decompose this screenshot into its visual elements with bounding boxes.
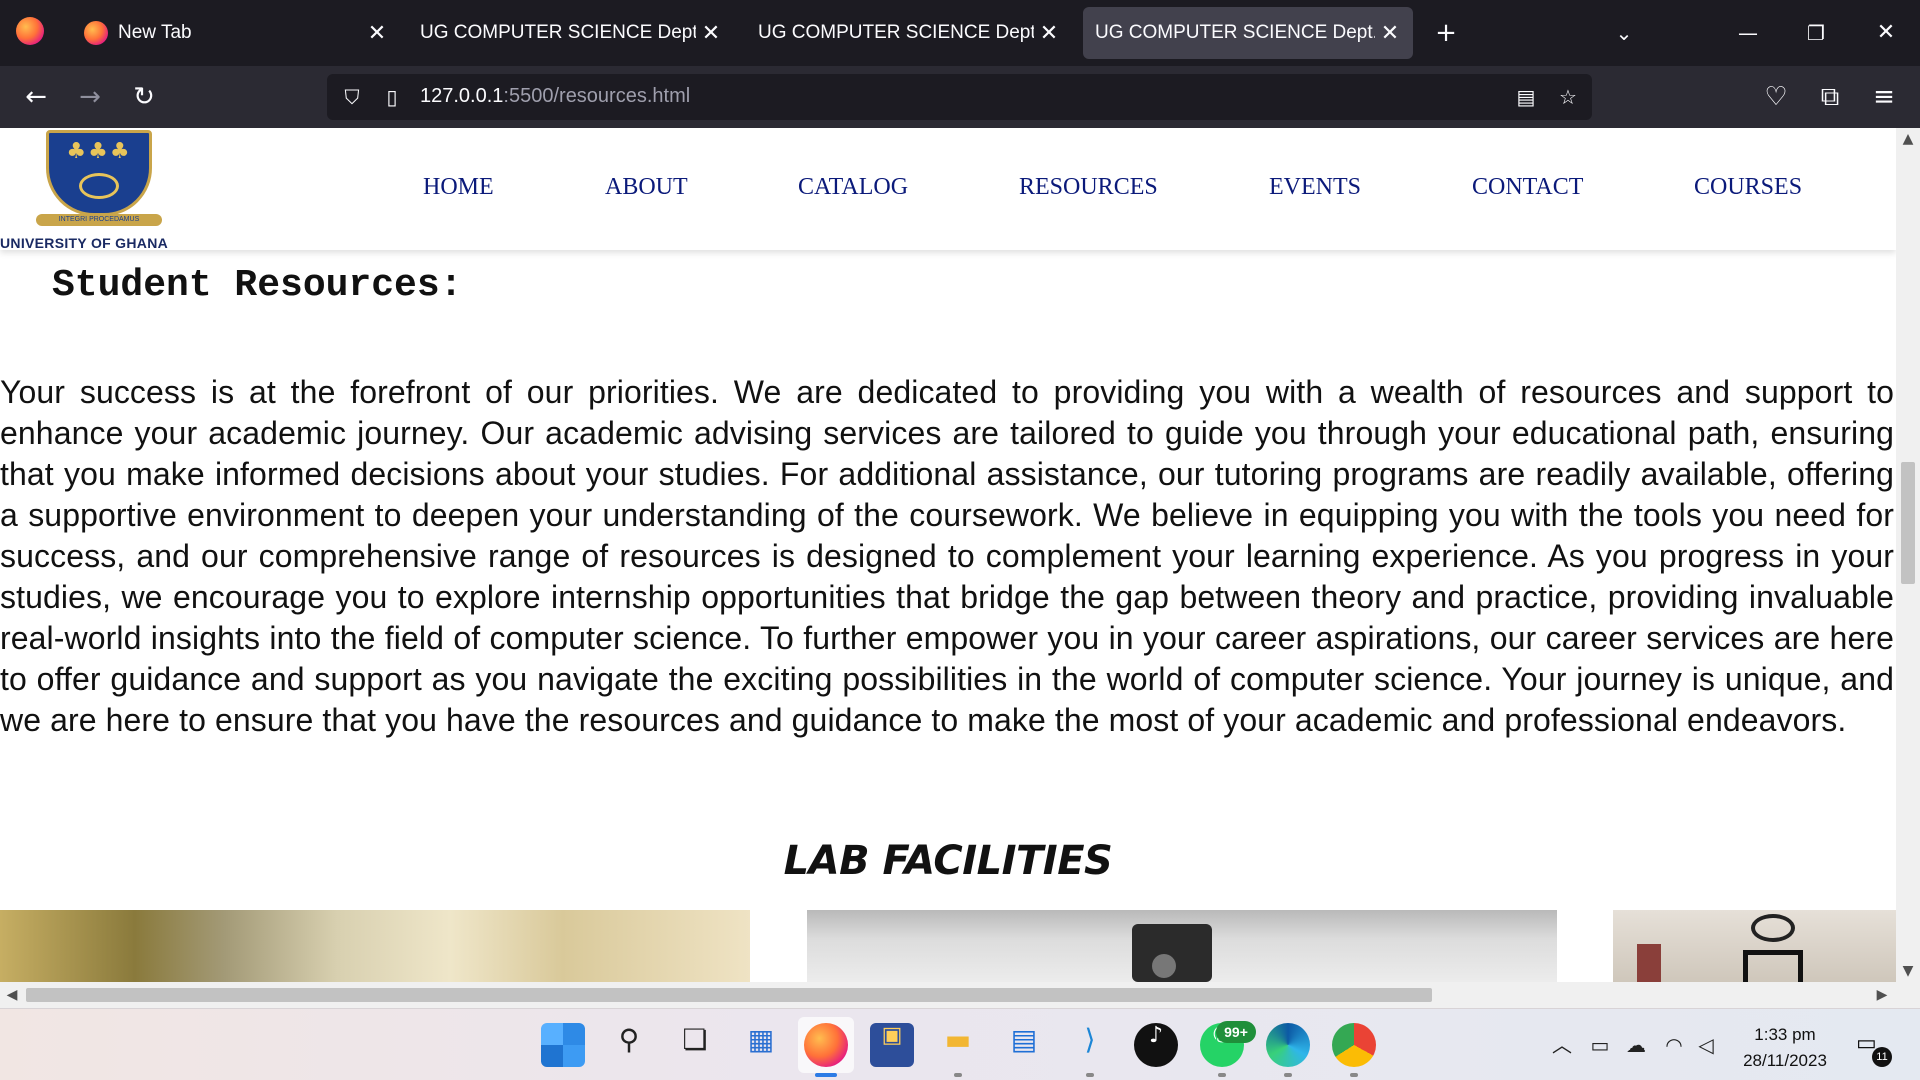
file-explorer-icon[interactable]: ▬: [936, 1023, 980, 1067]
star-icon[interactable]: ☆: [1551, 80, 1585, 114]
address-bar[interactable]: ⛉ ▯ 127.0.0.1:5500/resources.html ▤ ☆: [327, 74, 1592, 120]
running-indicator: [1350, 1073, 1358, 1077]
nav-courses[interactable]: COURSES: [1694, 174, 1802, 201]
vertical-scroll-thumb[interactable]: [1901, 462, 1915, 584]
browser-tab-bar: New Tab ✕ UG COMPUTER SCIENCE Dept. ✕ UG…: [0, 0, 1920, 66]
horizontal-scroll-thumb[interactable]: [26, 988, 1432, 1002]
projector-icon: [1132, 924, 1212, 982]
widgets-icon[interactable]: ▦: [739, 1023, 783, 1067]
scroll-right-arrow-icon[interactable]: ▶: [1870, 982, 1894, 1008]
resources-paragraph: Your success is at the forefront of our …: [0, 374, 1894, 738]
task-view-icon[interactable]: ❏: [673, 1023, 717, 1067]
volume-icon[interactable]: ◁: [1692, 1031, 1720, 1059]
arrow-right-icon[interactable]: →: [70, 77, 110, 117]
tiktok-icon[interactable]: ♪: [1134, 1023, 1178, 1067]
tab-title: UG COMPUTER SCIENCE Dept.: [758, 22, 1034, 43]
pocket-icon[interactable]: ♡: [1756, 77, 1796, 117]
page-viewport: ♣♣♣ INTEGRI PROCEDAMUS UNIVERSITY OF GHA…: [0, 128, 1896, 982]
clock-date[interactable]: 28/11/2023: [1730, 1051, 1840, 1071]
nav-home[interactable]: HOME: [423, 174, 494, 201]
nav-events[interactable]: EVENTS: [1269, 174, 1361, 201]
whatsapp-badge: 99+: [1216, 1021, 1256, 1043]
horizontal-scrollbar[interactable]: ◀ ▶: [0, 982, 1920, 1008]
lab-photo-3: [1613, 910, 1896, 982]
search-icon[interactable]: ⚲: [607, 1023, 651, 1067]
hamburger-menu-icon[interactable]: ≡: [1864, 77, 1904, 117]
close-tab-icon[interactable]: ✕: [696, 20, 726, 46]
crest-icon: ♣♣♣: [46, 130, 152, 216]
tab-ug-cs-2[interactable]: UG COMPUTER SCIENCE Dept. ✕: [742, 7, 1072, 59]
firefox-taskbar-icon[interactable]: [804, 1023, 848, 1067]
close-tab-icon[interactable]: ✕: [362, 20, 392, 46]
page-title: Student Resources:: [52, 264, 463, 307]
chrome-icon[interactable]: [1332, 1023, 1376, 1067]
poster-icon: [1637, 944, 1661, 982]
university-logo[interactable]: ♣♣♣ INTEGRI PROCEDAMUS UNIVERSITY OF GHA…: [0, 128, 198, 251]
windows-taskbar: ⚲ ❏ ▦ ▣ ▬ ▤ ⟩ ♪ ✆ 99+ ︿ ▭ ☁ ◠ ◁ 1:33 pm …: [0, 1008, 1920, 1080]
photos-icon[interactable]: ▣: [870, 1023, 914, 1067]
edge-icon[interactable]: [1266, 1023, 1310, 1067]
minimize-window-icon[interactable]: —: [1728, 13, 1768, 53]
palm-trees-icon: ♣♣♣: [66, 139, 132, 164]
firefox-favicon-icon: [84, 21, 108, 45]
close-window-icon[interactable]: ✕: [1866, 13, 1906, 53]
running-indicator: [1086, 1073, 1094, 1077]
page-icon[interactable]: ▯: [375, 80, 409, 114]
puzzle-icon[interactable]: ⧉: [1810, 77, 1850, 117]
tab-title: UG COMPUTER SCIENCE Dept.: [1095, 22, 1375, 43]
new-tab-plus-icon[interactable]: +: [1426, 13, 1466, 53]
arrow-left-icon[interactable]: ←: [16, 77, 56, 117]
onedrive-error-icon[interactable]: ☁: [1622, 1031, 1650, 1059]
firefox-icon[interactable]: [16, 17, 44, 45]
running-indicator: [1218, 1073, 1226, 1077]
nav-contact[interactable]: CONTACT: [1472, 174, 1583, 201]
url-text[interactable]: 127.0.0.1:5500/resources.html: [420, 85, 690, 108]
vscode-icon[interactable]: ⟩: [1068, 1023, 1112, 1067]
close-tab-icon[interactable]: ✕: [1034, 20, 1064, 46]
lab-photo-2: [807, 910, 1557, 982]
close-tab-icon[interactable]: ✕: [1375, 20, 1405, 46]
scroll-left-arrow-icon[interactable]: ◀: [0, 982, 24, 1008]
windows-start-icon[interactable]: [541, 1023, 585, 1067]
clock-time[interactable]: 1:33 pm: [1740, 1025, 1830, 1045]
chevron-up-icon[interactable]: ︿: [1548, 1031, 1576, 1059]
logo-caption: UNIVERSITY OF GHANA: [0, 235, 169, 251]
running-indicator: [954, 1073, 962, 1077]
list-all-tabs-chevron-icon[interactable]: ⌄: [1604, 13, 1644, 53]
frame-icon: [1743, 950, 1803, 982]
tab-title: UG COMPUTER SCIENCE Dept.: [420, 22, 696, 43]
tab-new-tab[interactable]: New Tab ✕: [70, 7, 400, 59]
url-path: :5500/resources.html: [503, 85, 691, 107]
scroll-up-arrow-icon[interactable]: ▲: [1896, 128, 1920, 150]
tab-ug-cs-1[interactable]: UG COMPUTER SCIENCE Dept. ✕: [404, 7, 734, 59]
lab-facilities-heading: LAB FACILITIES: [783, 838, 1113, 884]
tab-title: New Tab: [118, 22, 192, 43]
vertical-scrollbar[interactable]: ▲ ▼: [1896, 128, 1920, 982]
lab-photo-1: [0, 910, 750, 982]
nav-about[interactable]: ABOUT: [605, 174, 688, 201]
knot-icon: [79, 173, 119, 199]
site-header: ♣♣♣ INTEGRI PROCEDAMUS UNIVERSITY OF GHA…: [0, 128, 1896, 251]
nav-catalog[interactable]: CATALOG: [798, 174, 908, 201]
emblem-icon: [1751, 914, 1795, 942]
restore-window-icon[interactable]: ❐: [1796, 13, 1836, 53]
browser-nav-bar: ← → ↻ ⛉ ▯ 127.0.0.1:5500/resources.html …: [0, 66, 1920, 128]
url-host: 127.0.0.1: [420, 85, 504, 107]
logo-motto: INTEGRI PROCEDAMUS: [36, 214, 162, 226]
scroll-down-arrow-icon[interactable]: ▼: [1896, 960, 1920, 982]
wifi-icon[interactable]: ◠: [1660, 1031, 1688, 1059]
reload-icon[interactable]: ↻: [124, 77, 164, 117]
shield-icon[interactable]: ⛉: [335, 80, 369, 114]
microsoft-store-icon[interactable]: ▤: [1002, 1023, 1046, 1067]
tab-ug-cs-active[interactable]: UG COMPUTER SCIENCE Dept. ✕: [1083, 7, 1413, 59]
notification-count: 11: [1872, 1047, 1892, 1067]
running-indicator: [815, 1073, 837, 1077]
battery-icon[interactable]: ▭: [1586, 1031, 1614, 1059]
nav-resources[interactable]: RESOURCES: [1019, 174, 1158, 201]
reader-view-icon[interactable]: ▤: [1509, 80, 1543, 114]
running-indicator: [1284, 1073, 1292, 1077]
